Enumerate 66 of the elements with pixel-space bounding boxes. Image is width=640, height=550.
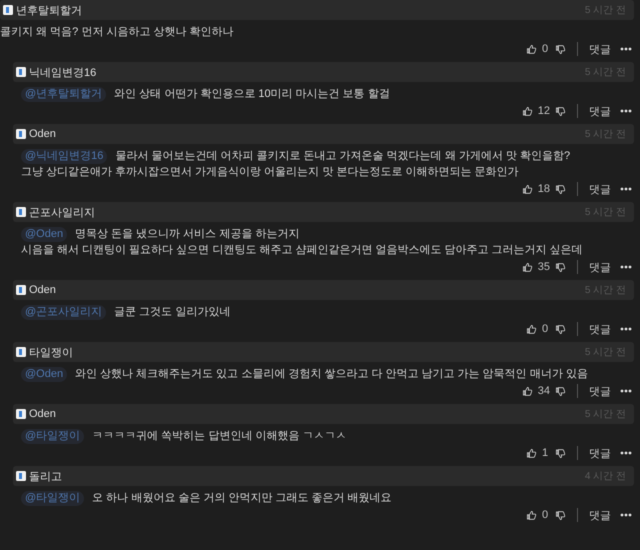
- reply-button[interactable]: 댓글: [589, 104, 611, 118]
- like-count: 35: [538, 261, 550, 273]
- author-name[interactable]: Oden: [29, 408, 56, 420]
- thumbs-up-icon[interactable]: [522, 184, 533, 194]
- thumbs-down-icon[interactable]: [555, 44, 566, 54]
- comment-text: 와인 상했나 체크해주는거도 있고 소믈리에 경험치 쌓으라고 다 안먹고 남기고 가는 암묵적인 매너가 있음: [75, 367, 588, 382]
- more-icon[interactable]: [620, 451, 632, 455]
- like-count: 12: [538, 105, 550, 117]
- thumbs-down-icon[interactable]: [555, 510, 566, 520]
- reply-button[interactable]: 댓글: [589, 260, 611, 274]
- author-name[interactable]: Oden: [29, 128, 56, 140]
- like-count: 34: [538, 385, 550, 397]
- reply-button[interactable]: 댓글: [589, 42, 611, 56]
- reply-button[interactable]: 댓글: [589, 182, 611, 196]
- thumbs-down-icon[interactable]: [555, 262, 566, 272]
- more-icon[interactable]: [620, 47, 632, 51]
- thumbs-up-icon[interactable]: [522, 386, 533, 396]
- thumbs-up-icon[interactable]: [522, 262, 533, 272]
- thumbs-up-icon[interactable]: [526, 324, 537, 334]
- reply-button[interactable]: 댓글: [589, 446, 611, 460]
- author-name[interactable]: 년후탈퇴할거: [16, 2, 82, 18]
- like-count: 1: [542, 447, 550, 459]
- avatar-icon: [3, 5, 13, 15]
- like-count: 0: [542, 43, 550, 55]
- avatar-icon: [16, 129, 26, 139]
- author-name[interactable]: 닉네임변경16: [29, 64, 96, 80]
- like-count: 0: [542, 509, 550, 521]
- author-name[interactable]: 곤포사일리지: [29, 204, 95, 220]
- thumbs-down-icon[interactable]: [555, 106, 566, 116]
- thumbs-up-icon[interactable]: [526, 448, 537, 458]
- thumbs-up-icon[interactable]: [526, 44, 537, 54]
- author-name[interactable]: 타일쟁이: [29, 344, 73, 360]
- comment-text: 그냥 상디같은애가 후까시잡으면서 가게음식이랑 어울리는지 맛 본다는정도로 이해하면되는 문화인가: [21, 165, 518, 180]
- comment-text: 명목상 돈을 냈으니까 서비스 제공을 하는거지: [75, 227, 300, 242]
- more-icon[interactable]: [620, 187, 632, 191]
- thumbs-up-icon[interactable]: [526, 510, 537, 520]
- like-count: 18: [538, 183, 550, 195]
- thumbs-down-icon[interactable]: [555, 386, 566, 396]
- reply-button[interactable]: 댓글: [589, 508, 611, 522]
- avatar-icon: [16, 67, 26, 77]
- avatar-icon: [16, 207, 26, 217]
- comment-text: 시음을 해서 디캔팅이 필요하다 싶으면 디캔팅도 해주고 샴페인같은거면 얼음박스에도 담아주고 그러는거지 싶은데: [21, 243, 583, 258]
- thumbs-down-icon[interactable]: [555, 448, 566, 458]
- reply-button[interactable]: 댓글: [589, 322, 611, 336]
- more-icon[interactable]: [620, 265, 632, 269]
- thumbs-down-icon[interactable]: [555, 184, 566, 194]
- like-count: 0: [542, 323, 550, 335]
- reply-button[interactable]: 댓글: [589, 384, 611, 398]
- author-name[interactable]: Oden: [29, 284, 56, 296]
- comment-text: 콜키지 왜 먹음? 먼저 시음하고 상햇나 확인하나: [0, 25, 234, 40]
- thumbs-down-icon[interactable]: [555, 324, 566, 334]
- comment-text: ㅋㅋㅋㅋ귀에 쏙박히는 답변인네 이해했음 ㄱㅅㄱㅅ: [92, 429, 346, 444]
- avatar-icon: [16, 285, 26, 295]
- avatar-icon: [16, 347, 26, 357]
- comment-text: 오 하나 배웠어요 술은 거의 안먹지만 그래도 좋은거 배웠네요: [92, 491, 392, 506]
- comment-text: 글쿤 그것도 일리가있네: [114, 305, 230, 320]
- avatar-icon: [16, 409, 26, 419]
- avatar-icon: [16, 471, 26, 481]
- comment-text: 물라서 물어보는건데 어차피 콜키지로 돈내고 가져온술 먹겠다는데 왜 가게에서 맛 확인을함?: [115, 149, 570, 164]
- comment-text: 와인 상태 어떤가 확인용으로 10미리 마시는건 보통 할걸: [114, 87, 390, 102]
- more-icon[interactable]: [620, 513, 632, 517]
- more-icon[interactable]: [620, 109, 632, 113]
- thumbs-up-icon[interactable]: [522, 106, 533, 116]
- more-icon[interactable]: [620, 327, 632, 331]
- author-name[interactable]: 돌리고: [29, 468, 62, 484]
- more-icon[interactable]: [620, 389, 632, 393]
